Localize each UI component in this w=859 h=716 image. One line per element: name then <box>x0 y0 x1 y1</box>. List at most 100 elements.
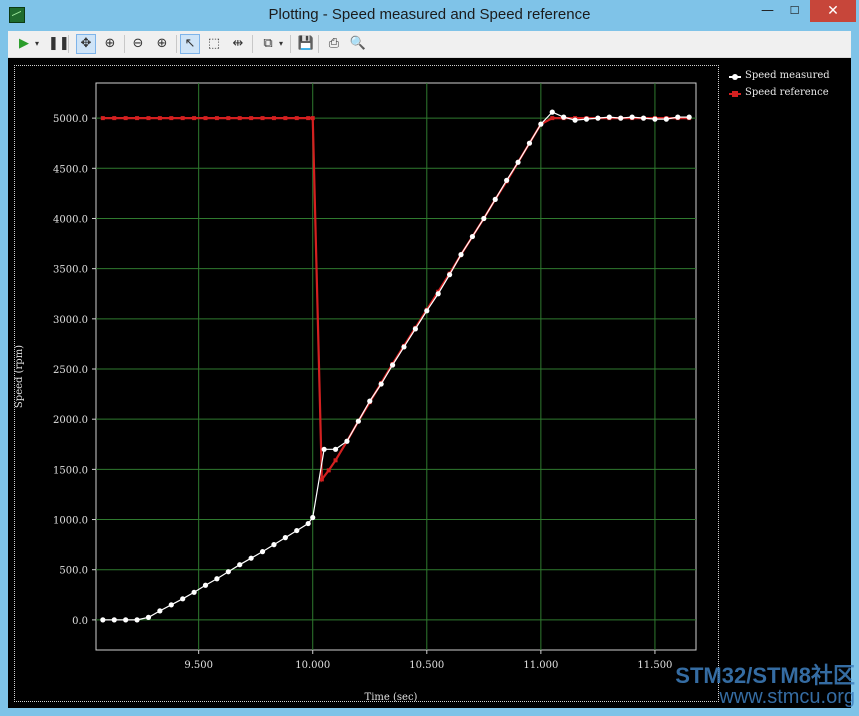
measured-point <box>202 582 209 588</box>
print-preview-icon[interactable]: 🔍 <box>348 34 368 54</box>
measured-point <box>168 602 174 608</box>
measured-point <box>583 116 590 122</box>
x-tick-label: 9.500 <box>184 660 213 671</box>
save-icon[interactable]: 💾 <box>296 34 316 54</box>
zoom-out-icon[interactable]: ⊖ <box>128 34 148 54</box>
measured-point <box>401 344 407 350</box>
legend-item: Speed measured <box>727 68 847 85</box>
x-tick-label: 10.500 <box>409 660 444 671</box>
measured-point <box>134 617 140 623</box>
series-line-speed-reference <box>102 117 690 483</box>
zoom-area-icon[interactable]: ⊕ <box>100 34 120 54</box>
y-tick-label: 2000.0 <box>53 415 88 426</box>
legend-item: Speed reference <box>727 85 847 102</box>
y-tick-label: 1500.0 <box>53 465 88 476</box>
play-dropdown-icon[interactable]: ▾ <box>32 34 42 54</box>
legend-label: Speed measured <box>745 70 830 81</box>
title-bar[interactable]: Plotting - Speed measured and Speed refe… <box>0 0 859 31</box>
select-pointer-icon[interactable]: ↖ <box>180 34 200 54</box>
reference-point <box>146 116 151 121</box>
zoom-in-icon[interactable]: ⊕ <box>152 34 172 54</box>
watermark-line2: www.stmcu.org <box>719 686 855 708</box>
minimize-button[interactable]: — <box>754 0 781 22</box>
measured-point <box>259 549 266 555</box>
measured-point <box>515 159 521 165</box>
pause-icon[interactable]: ❚❚ <box>48 34 70 54</box>
plot-area[interactable]: 0.0 500.0 1000.0 1500.0 2000.0 2500.0 3000.0 35… <box>8 58 851 708</box>
toolbar: ▶ ▾ ❚❚ ✥ ⊕ ⊖ ⊕ ↖ ⬚ ⇹ ⧉ ▾ 💾 ⎙ 🔍 <box>8 31 851 58</box>
measured-point <box>595 115 601 121</box>
y-tick-label: 3000.0 <box>53 315 88 326</box>
play-icon[interactable]: ▶ <box>14 34 34 54</box>
measured-point <box>344 438 350 444</box>
reference-point <box>333 458 338 463</box>
measured-point <box>389 362 396 368</box>
legend-marker <box>732 74 738 80</box>
measured-point <box>123 617 129 623</box>
reference-point <box>550 116 555 121</box>
y-tick-label: 500.0 <box>59 566 88 577</box>
close-button[interactable]: ✕ <box>810 0 856 22</box>
legend-marker <box>732 91 738 97</box>
speed-chart[interactable]: 0.0 500.0 1000.0 1500.0 2000.0 2500.0 3000.0 35… <box>8 58 851 708</box>
copy-dropdown-icon[interactable]: ▾ <box>276 34 286 54</box>
measured-point <box>652 116 658 122</box>
y-tick-label: 3500.0 <box>53 265 88 276</box>
measured-point <box>618 115 624 121</box>
reference-point <box>226 116 231 121</box>
measured-point <box>225 569 231 575</box>
measured-point <box>686 114 692 120</box>
reference-point <box>249 116 254 121</box>
reference-point <box>260 116 265 121</box>
maximize-button[interactable]: ☐ <box>781 0 808 22</box>
reference-point <box>157 116 162 121</box>
fit-width-icon[interactable]: ⇹ <box>228 34 248 54</box>
toolbar-separator <box>252 35 253 53</box>
print-icon[interactable]: ⎙ <box>324 34 344 54</box>
plotting-window: Plotting - Speed measured and Speed refe… <box>0 0 859 716</box>
toolbar-separator <box>176 35 177 53</box>
window-title: Plotting - Speed measured and Speed refe… <box>268 6 591 23</box>
reference-point <box>283 116 288 121</box>
measured-point <box>469 233 476 240</box>
measured-point <box>332 446 339 452</box>
measured-point <box>663 116 669 122</box>
reference-point <box>180 116 185 121</box>
reference-point <box>123 116 128 121</box>
toolbar-separator <box>290 35 291 53</box>
measured-point <box>237 562 243 568</box>
toolbar-separator <box>68 35 69 53</box>
measured-point <box>378 381 384 387</box>
measured-point <box>214 576 220 582</box>
legend-label: Speed reference <box>745 87 829 98</box>
measured-point <box>248 555 254 561</box>
measured-point <box>180 596 186 602</box>
reference-point <box>326 468 331 473</box>
reference-point <box>310 116 315 121</box>
reference-point <box>112 116 117 121</box>
measured-point <box>526 140 533 146</box>
measured-point <box>424 308 430 314</box>
measured-point <box>111 617 117 623</box>
measured-point <box>458 252 464 258</box>
measured-point <box>549 109 555 115</box>
select-rect-icon[interactable]: ⬚ <box>204 34 224 54</box>
reference-point <box>214 116 219 121</box>
copy-icon[interactable]: ⧉ <box>258 34 278 54</box>
measured-point <box>355 418 361 424</box>
y-tick-label: 2500.0 <box>53 365 88 376</box>
measured-point <box>294 527 300 534</box>
measured-point <box>640 115 647 121</box>
x-tick-label: 11.000 <box>523 660 558 671</box>
watermark: STM32/STM8社区 www.stmcu.org <box>620 658 855 709</box>
reference-point <box>294 116 299 121</box>
reference-point <box>319 477 324 482</box>
measured-point <box>572 117 578 123</box>
reference-point <box>169 116 174 121</box>
reference-point <box>100 116 105 121</box>
measured-point <box>157 608 163 614</box>
reference-point <box>271 116 276 121</box>
measured-point <box>504 177 510 183</box>
measured-point <box>606 114 612 120</box>
pan-icon[interactable]: ✥ <box>76 34 96 54</box>
